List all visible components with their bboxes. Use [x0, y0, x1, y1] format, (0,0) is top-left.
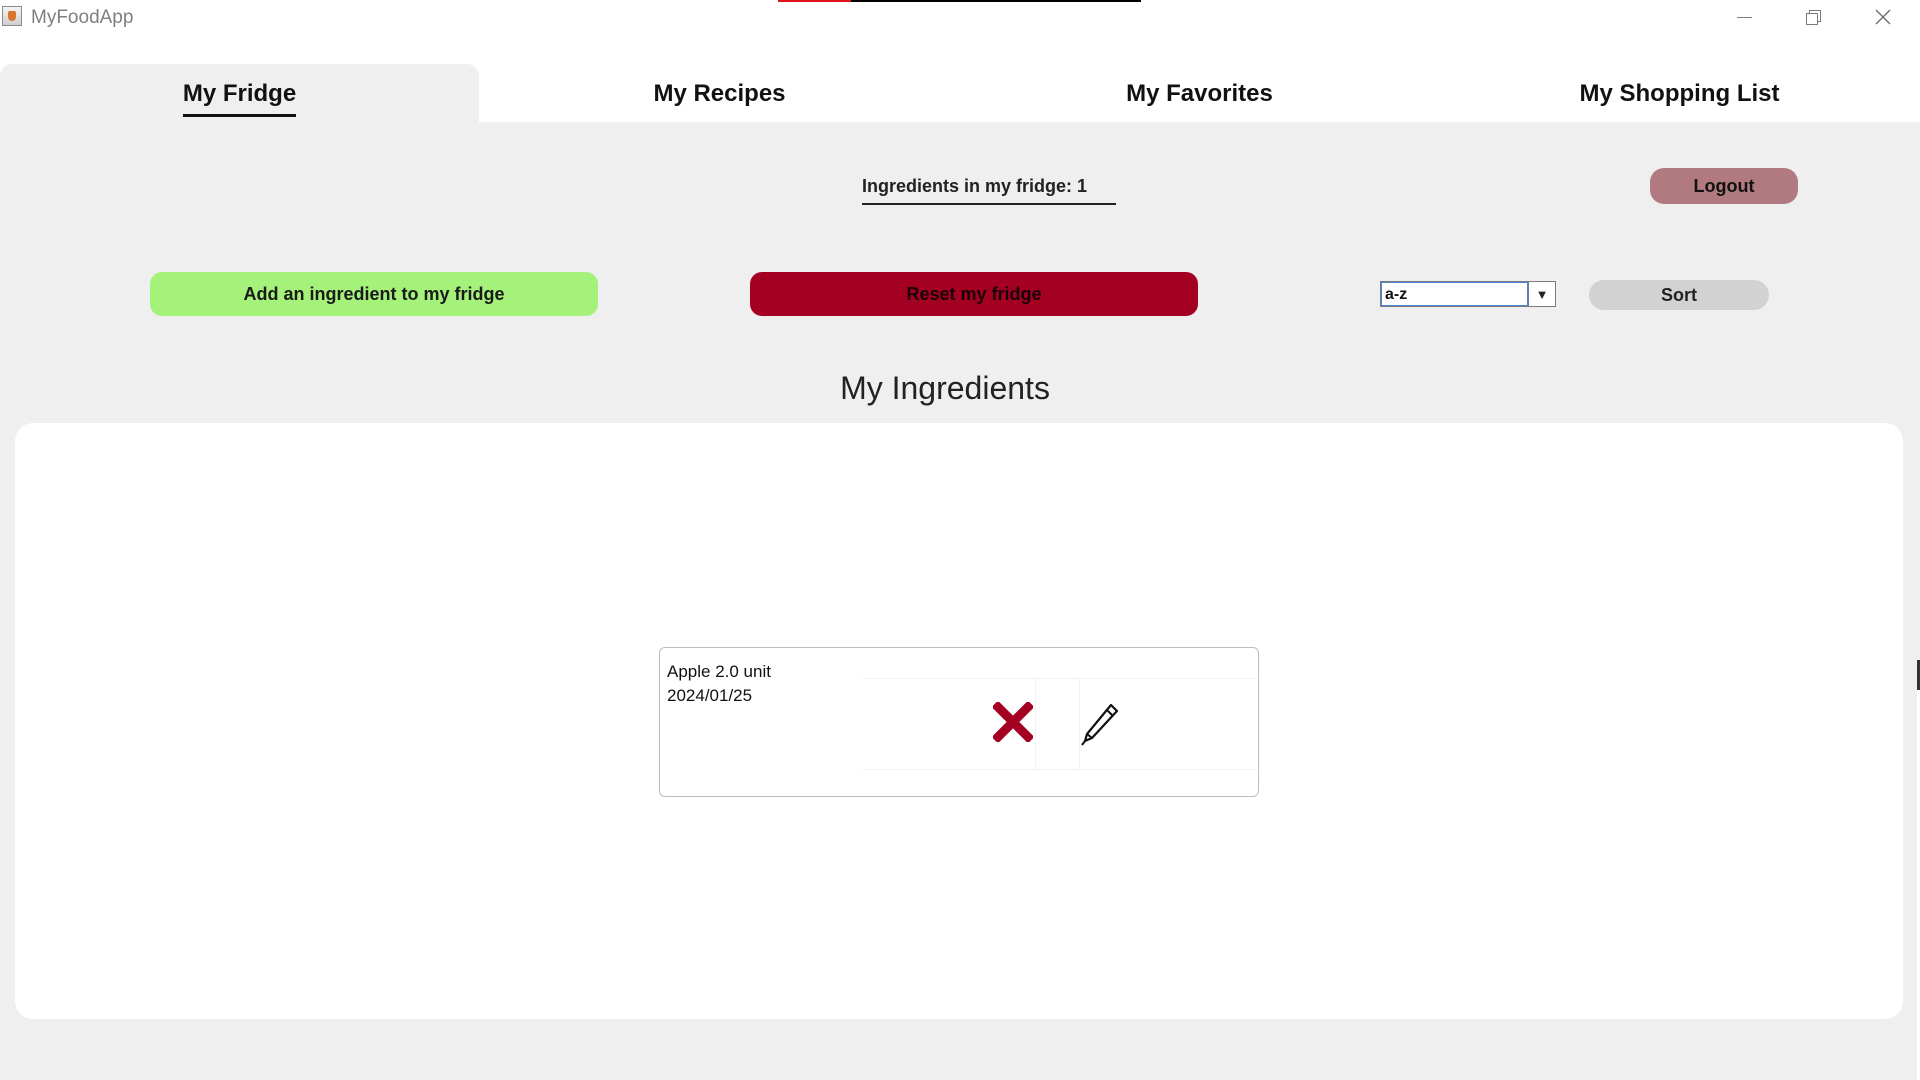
restore-icon — [1806, 10, 1821, 25]
ingredient-count-label: Ingredients in my fridge: 1 — [862, 176, 1116, 205]
tab-my-favorites[interactable]: My Favorites — [960, 64, 1439, 122]
reset-fridge-button[interactable]: Reset my fridge — [750, 272, 1198, 316]
ingredient-card: Apple 2.0 unit 2024/01/25 — [659, 647, 1259, 797]
add-ingredient-button[interactable]: Add an ingredient to my fridge — [150, 272, 598, 316]
java-app-icon — [2, 6, 22, 26]
tab-my-recipes[interactable]: My Recipes — [480, 64, 959, 122]
sort-button[interactable]: Sort — [1589, 280, 1769, 310]
restore-button[interactable] — [1779, 0, 1847, 34]
dropdown-arrow-icon[interactable]: ▼ — [1528, 282, 1555, 306]
ingredient-name-quantity: Apple 2.0 unit — [667, 662, 771, 681]
tab-label: My Shopping List — [1579, 80, 1780, 107]
tab-label: My Fridge — [182, 80, 297, 117]
divider — [1035, 679, 1036, 769]
title-bar: MyFoodApp — [0, 0, 1920, 34]
sort-order-dropdown[interactable]: a-z ▼ — [1380, 281, 1556, 307]
pencil-icon[interactable] — [1080, 702, 1120, 746]
delete-icon[interactable] — [993, 702, 1033, 742]
tab-label: My Favorites — [1126, 80, 1273, 107]
ingredient-details: Apple 2.0 unit 2024/01/25 — [667, 660, 771, 708]
window-title: MyFoodApp — [31, 7, 134, 28]
logout-button[interactable]: Logout — [1650, 168, 1798, 204]
ingredient-date: 2024/01/25 — [667, 686, 753, 705]
minimize-icon — [1736, 16, 1752, 18]
sort-order-value: a-z — [1381, 282, 1528, 306]
tab-label: My Recipes — [653, 80, 786, 107]
ingredient-actions-area — [862, 678, 1257, 770]
close-icon — [1875, 9, 1891, 25]
tab-my-fridge[interactable]: My Fridge — [0, 64, 479, 122]
app-window: MyFoodApp My Fridge My Recipes My Favori… — [0, 0, 1920, 1080]
tab-bar: My Fridge My Recipes My Favorites My Sho… — [0, 34, 1920, 122]
section-title: My Ingredients — [840, 370, 1050, 406]
tab-my-shopping-list[interactable]: My Shopping List — [1440, 64, 1919, 122]
loading-progress-bar — [778, 0, 1141, 2]
loading-progress-fill — [778, 0, 851, 2]
close-button[interactable] — [1849, 0, 1917, 34]
minimize-button[interactable] — [1710, 0, 1778, 34]
